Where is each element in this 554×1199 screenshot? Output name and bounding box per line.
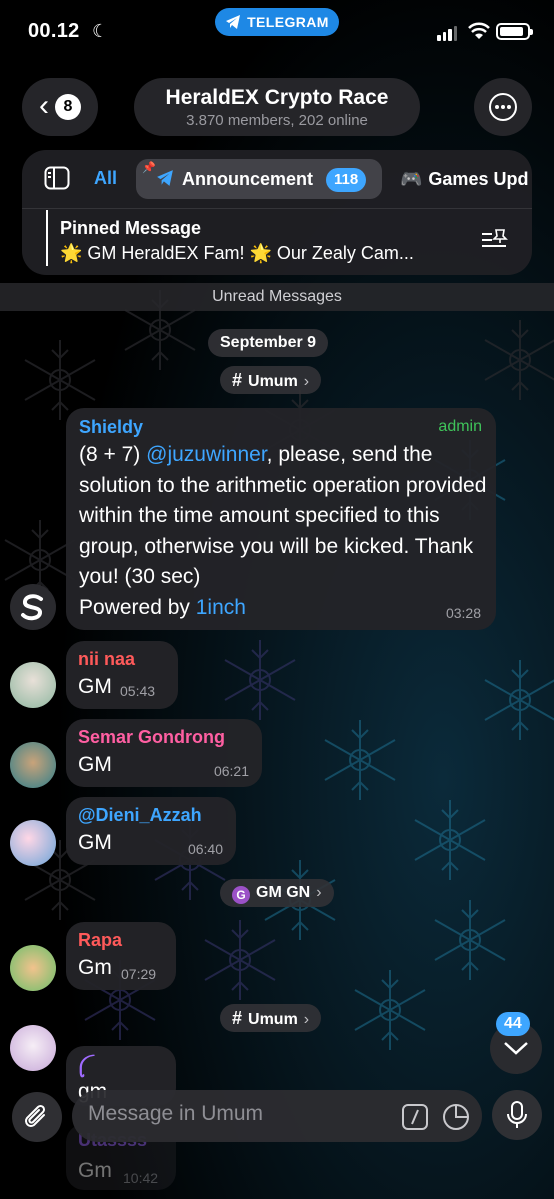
- message-time: 06:40: [187, 841, 223, 857]
- powered-by-text: Powered by: [79, 595, 196, 619]
- message-input[interactable]: [88, 1102, 388, 1126]
- pinned-indicator: [46, 210, 48, 266]
- battery-icon: [496, 23, 533, 40]
- message-text: GM: [78, 675, 112, 698]
- message-text-start: (8 + 7): [79, 443, 147, 466]
- message-sender[interactable]: Shieldy: [79, 417, 143, 438]
- moon-icon: ☾: [92, 21, 109, 41]
- status-bar: 00.12 ☾ TELEGRAM: [0, 0, 554, 62]
- tab-announcement-label: Announcement: [182, 169, 314, 189]
- telegram-topic-icon: [157, 170, 173, 186]
- avatar[interactable]: [10, 584, 56, 630]
- pin-list-icon[interactable]: [480, 228, 508, 250]
- message-time: 07:29: [121, 966, 157, 982]
- powered-by-link[interactable]: 1inch: [196, 596, 246, 619]
- avatar[interactable]: [10, 1025, 56, 1071]
- shieldy-logo-icon: [21, 594, 43, 621]
- message-time: 06:21: [213, 763, 249, 779]
- more-options-button[interactable]: [474, 78, 532, 136]
- tab-announcement-badge: 118: [326, 168, 367, 192]
- admin-badge: admin: [438, 418, 482, 435]
- message-bubble[interactable]: Shieldy admin (8 + 7) @juzuwinner, pleas…: [66, 408, 496, 630]
- chevron-right-icon: ›: [303, 373, 310, 390]
- gm-topic-icon: G: [232, 886, 250, 904]
- message-bubble[interactable]: nii naa GM 05:43: [66, 641, 178, 709]
- message-text: Gm: [78, 1159, 112, 1182]
- unread-count-badge: 44: [496, 1012, 530, 1036]
- message-bubble[interactable]: @Dieni_Azzah GM 06:40: [66, 797, 236, 865]
- tab-all[interactable]: All: [94, 168, 117, 189]
- more-icon: [489, 93, 517, 121]
- message-bubble[interactable]: Rapa Gm 07:29: [66, 922, 176, 990]
- sticker-icon[interactable]: [442, 1103, 470, 1131]
- message-time: 03:28: [445, 605, 481, 621]
- chevron-down-icon: [504, 1042, 528, 1055]
- tab-games[interactable]: 🎮 Games Upd: [400, 169, 528, 190]
- sidebar-toggle-icon[interactable]: [44, 166, 70, 190]
- unread-chats-count: 8: [55, 94, 81, 120]
- topic-pill-umum[interactable]: # Umum ›: [220, 366, 322, 394]
- chat-header: ‹ 8 HeraldEX Crypto Race 3.870 members, …: [0, 78, 554, 138]
- tab-games-label: Games Upd: [428, 169, 529, 189]
- date-label: September 9: [220, 334, 317, 351]
- unread-messages-divider: Unread Messages: [0, 283, 554, 311]
- topic-pill-label: Umum: [248, 373, 298, 390]
- telegram-pill-label: TELEGRAM: [247, 14, 329, 30]
- chat-title: HeraldEX Crypto Race: [165, 86, 389, 109]
- paperclip-icon: [25, 1104, 46, 1127]
- avatar[interactable]: [10, 820, 56, 866]
- chevron-left-icon: ‹: [39, 88, 49, 122]
- microphone-icon: [507, 1101, 527, 1128]
- message-sender[interactable]: nii naa: [78, 649, 135, 670]
- message-text: GM: [78, 753, 112, 776]
- message-sender[interactable]: Semar Gondrong: [78, 727, 225, 748]
- message-text: GM: [78, 831, 112, 854]
- mention-link[interactable]: @juzuwinner: [146, 443, 267, 466]
- message-sender[interactable]: @Dieni_Azzah: [78, 805, 202, 826]
- message-time: 05:43: [120, 683, 156, 699]
- avatar[interactable]: [10, 662, 56, 708]
- status-time: 00.12: [28, 20, 80, 42]
- hash-icon: #: [232, 1008, 243, 1028]
- topic-tabs: All 📌 Announcement 118 🎮 Games Upd: [22, 150, 532, 208]
- date-pill: September 9: [208, 329, 329, 357]
- signal-icon: [437, 26, 457, 41]
- bot-commands-icon[interactable]: [402, 1104, 428, 1130]
- telegram-icon: [226, 15, 241, 29]
- avatar[interactable]: [10, 742, 56, 788]
- pinned-title[interactable]: Pinned Message: [60, 218, 201, 239]
- telegram-return-pill[interactable]: TELEGRAM: [215, 8, 339, 36]
- back-button[interactable]: ‹ 8: [22, 78, 98, 136]
- topic-pill-umum[interactable]: # Umum ›: [220, 1004, 322, 1032]
- tab-announcement[interactable]: 📌 Announcement 118: [136, 159, 382, 199]
- chevron-right-icon: ›: [303, 1011, 310, 1028]
- chevron-right-icon: ›: [316, 884, 322, 901]
- chat-subtitle: 3.870 members, 202 online: [186, 112, 368, 129]
- gamepad-icon: 🎮: [400, 169, 423, 189]
- message-text: Gm: [78, 956, 112, 979]
- microphone-button[interactable]: [492, 1090, 542, 1140]
- pin-icon: 📌: [142, 162, 156, 174]
- topic-pill-gm-gn[interactable]: G GM GN ›: [220, 879, 334, 907]
- chat-title-pill[interactable]: HeraldEX Crypto Race 3.870 members, 202 …: [134, 78, 420, 136]
- topic-pill-label: Umum: [248, 1011, 298, 1028]
- topic-panel: All 📌 Announcement 118 🎮 Games Upd Pinned…: [22, 150, 532, 275]
- message-bubble[interactable]: Semar Gondrong GM 06:21: [66, 719, 262, 787]
- message-input-field[interactable]: [72, 1090, 482, 1142]
- hash-icon: #: [232, 370, 243, 390]
- avatar[interactable]: [10, 945, 56, 991]
- message-text: (8 + 7) @juzuwinner, please, send the so…: [79, 440, 487, 623]
- divider: [22, 208, 532, 209]
- topic-pill-label: GM GN: [256, 884, 311, 901]
- message-sender[interactable]: Rapa: [78, 930, 122, 951]
- wifi-icon: [468, 22, 490, 39]
- message-time: 10:42: [123, 1170, 159, 1186]
- attach-button[interactable]: [12, 1092, 62, 1142]
- pinned-text[interactable]: 🌟 GM HeraldEX Fam! 🌟 Our Zealy Cam...: [60, 243, 414, 264]
